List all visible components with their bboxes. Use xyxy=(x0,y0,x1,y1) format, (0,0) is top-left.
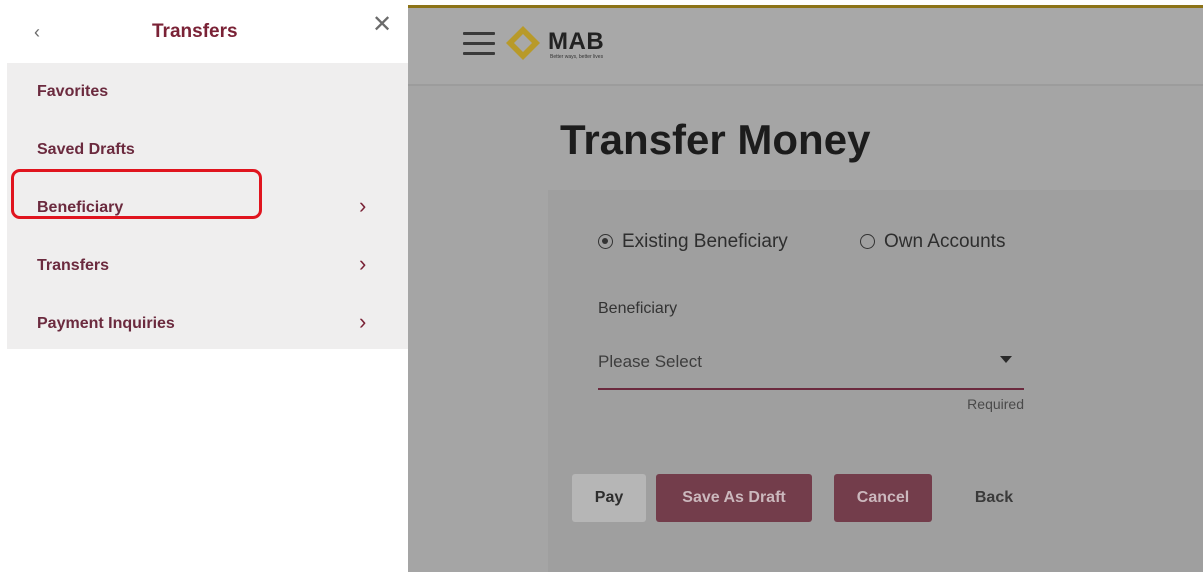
menu-item-payment-inquiries[interactable]: Payment Inquiries › xyxy=(7,295,408,353)
menu-header: ‹ Transfers ✕ xyxy=(0,0,408,62)
menu-item-label: Saved Drafts xyxy=(37,141,135,158)
mab-logo-icon xyxy=(506,26,540,60)
menu-item-label: Favorites xyxy=(37,83,109,100)
beneficiary-select-value: Please Select xyxy=(598,352,702,371)
beneficiary-field-label: Beneficiary xyxy=(598,300,678,317)
radio-label: Own Accounts xyxy=(884,231,1006,252)
menu-item-transfers[interactable]: Transfers › xyxy=(7,237,408,295)
save-as-draft-button[interactable]: Save As Draft xyxy=(656,474,812,522)
logo-tagline: Better ways, better lives xyxy=(550,54,604,60)
page-title: Transfer Money xyxy=(560,116,871,163)
hamburger-menu-icon[interactable] xyxy=(463,32,495,56)
highlight-annotation-box xyxy=(11,169,262,219)
radio-label: Existing Beneficiary xyxy=(622,231,788,252)
required-hint: Required xyxy=(967,396,1024,412)
close-icon[interactable]: ✕ xyxy=(372,12,392,38)
radio-checked-icon xyxy=(598,234,613,249)
pay-button[interactable]: Pay xyxy=(572,474,646,522)
chevron-right-icon: › xyxy=(359,309,367,334)
radio-existing-beneficiary[interactable]: Existing Beneficiary xyxy=(598,228,838,256)
back-icon[interactable]: ‹ xyxy=(34,20,40,44)
menu-item-label: Payment Inquiries xyxy=(37,315,175,332)
menu-item-favorites[interactable]: Favorites xyxy=(7,63,408,121)
app-header: MAB Better ways, better lives xyxy=(408,8,1203,86)
chevron-right-icon: › xyxy=(359,251,367,276)
menu-item-label: Transfers xyxy=(37,257,110,274)
beneficiary-select[interactable]: Please Select xyxy=(598,342,1024,390)
cancel-button[interactable]: Cancel xyxy=(834,474,932,522)
app-content-overlay: MAB Better ways, better lives Transfer M… xyxy=(408,0,1203,572)
radio-own-accounts[interactable]: Own Accounts xyxy=(860,228,1050,256)
menu-title: Transfers xyxy=(152,21,238,42)
chevron-right-icon: › xyxy=(359,193,367,218)
caret-down-icon xyxy=(1000,356,1012,363)
logo-text: MAB xyxy=(548,28,605,55)
transfers-menu-panel: ‹ Transfers ✕ Favorites Saved Drafts Ben… xyxy=(0,0,408,572)
back-button[interactable]: Back xyxy=(956,474,1032,522)
radio-unchecked-icon xyxy=(860,234,875,249)
